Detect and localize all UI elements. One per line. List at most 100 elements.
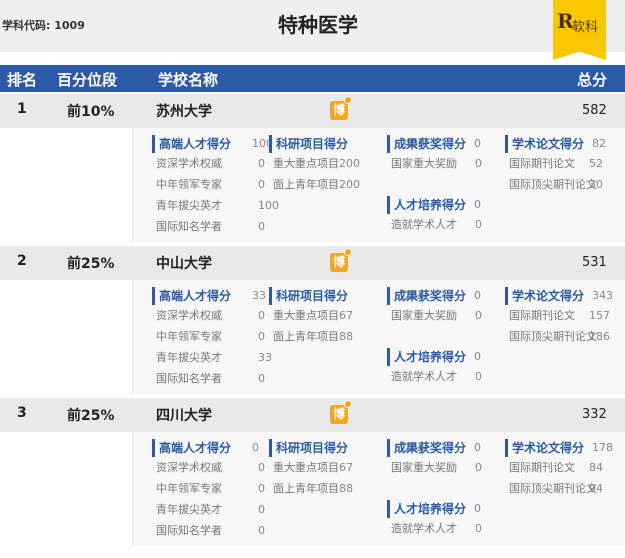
section-header[interactable]: 人才培养得分 0 — [387, 196, 481, 214]
badge-dot-icon — [344, 96, 352, 104]
item-value: 0 — [258, 178, 265, 191]
section-header[interactable]: 高端人才得分 100 — [152, 135, 273, 153]
section-score: 0 — [252, 441, 259, 454]
section-header[interactable]: 科研项目得分 400 — [269, 135, 425, 153]
item-label: 国际期刊论文 — [509, 309, 575, 322]
score-item: 国家重大奖励 0 — [387, 153, 482, 174]
score-item: 国家重大奖励 0 — [387, 457, 482, 478]
section-header[interactable]: 人才培养得分 0 — [387, 500, 481, 518]
school-name[interactable]: 四川大学 — [156, 405, 212, 425]
item-label: 国际顶尖期刊论文 — [509, 330, 597, 343]
section-header[interactable]: 学术论文得分 82 — [505, 135, 606, 153]
school-name[interactable]: 中山大学 — [156, 253, 212, 273]
section-label: 人才培养得分 — [394, 502, 467, 516]
doctorate-badge: 博 — [330, 253, 348, 272]
total-score: 332 — [582, 407, 607, 422]
score-item: 面上青年项目 88 — [269, 478, 353, 499]
section-score: 0 — [474, 502, 481, 515]
item-label: 重大重点项目 — [273, 309, 339, 322]
item-value: 0 — [475, 218, 482, 231]
item-value: 0 — [258, 330, 265, 343]
panel-divider — [132, 432, 133, 546]
section-header[interactable]: 科研项目得分 154 — [269, 287, 425, 305]
section-score: 178 — [592, 441, 613, 454]
col-rank: 排名 — [7, 71, 38, 89]
section-header[interactable]: 学术论文得分 178 — [505, 439, 613, 457]
item-label: 国际知名学者 — [156, 524, 222, 537]
score-item: 国际知名学者 0 — [152, 368, 265, 389]
item-label: 青年拔尖英才 — [156, 503, 222, 516]
section-label: 学术论文得分 — [512, 289, 585, 303]
item-label: 国家重大奖励 — [391, 309, 457, 322]
score-item: 国际期刊论文 84 — [505, 457, 603, 478]
score-item: 国际期刊论文 157 — [505, 305, 610, 326]
item-label: 国际知名学者 — [156, 372, 222, 385]
item-value: 0 — [475, 522, 482, 535]
section-label: 科研项目得分 — [276, 441, 349, 455]
section-label: 高端人才得分 — [159, 441, 232, 455]
section-award: 成果获奖得分 0 国家重大奖励 0 — [387, 439, 482, 478]
section-talent: 高端人才得分 33 资深学术权威 0 中年领军专家 0 青年拔尖英才 33 国际… — [152, 287, 272, 389]
section-header[interactable]: 高端人才得分 33 — [152, 287, 266, 305]
panel-divider — [132, 280, 133, 394]
score-item: 重大重点项目 67 — [269, 457, 353, 478]
item-value: 0 — [258, 524, 265, 537]
rank-value: 1 — [17, 101, 27, 117]
section-header[interactable]: 成果获奖得分 0 — [387, 287, 481, 305]
section-score: 0 — [474, 441, 481, 454]
section-header[interactable]: 成果获奖得分 0 — [387, 439, 481, 457]
col-percentile: 百分位段 — [57, 71, 118, 89]
item-value: 94 — [589, 482, 603, 495]
item-value: 0 — [258, 309, 265, 322]
item-value: 186 — [589, 330, 610, 343]
score-item: 重大重点项目 200 — [269, 153, 360, 174]
section-training: 人才培养得分 0 造就学术人才 0 — [387, 196, 482, 235]
section-research: 科研项目得分 154 重大重点项目 67 面上青年项目 88 — [269, 287, 425, 347]
item-label: 资深学术权威 — [156, 157, 222, 170]
score-item: 国际期刊论文 52 — [505, 153, 603, 174]
item-value: 0 — [258, 157, 265, 170]
item-value: 67 — [339, 461, 353, 474]
logo-text: 软科 — [572, 20, 599, 35]
table-header: 排名 百分位段 学校名称 总分 — [0, 65, 625, 92]
section-score: 0 — [474, 137, 481, 150]
item-label: 重大重点项目 — [273, 461, 339, 474]
item-value: 0 — [475, 309, 482, 322]
section-label: 高端人才得分 — [159, 289, 232, 303]
item-label: 青年拔尖英才 — [156, 199, 222, 212]
section-label: 科研项目得分 — [276, 137, 349, 151]
section-header[interactable]: 科研项目得分 154 — [269, 439, 425, 457]
school-name[interactable]: 苏州大学 — [156, 101, 212, 121]
item-label: 中年领军专家 — [156, 482, 222, 495]
percentile-value: 前25% — [67, 256, 115, 272]
table-row[interactable]: 2 前25% 中山大学 博 531 — [0, 246, 625, 280]
score-item: 造就学术人才 0 — [387, 214, 482, 235]
item-value: 200 — [339, 157, 360, 170]
section-label: 成果获奖得分 — [394, 289, 467, 303]
section-score: 82 — [592, 137, 606, 150]
badge-dot-icon — [344, 248, 352, 256]
section-header[interactable]: 人才培养得分 0 — [387, 348, 481, 366]
score-item: 国家重大奖励 0 — [387, 305, 482, 326]
item-label: 国际知名学者 — [156, 220, 222, 233]
col-school: 学校名称 — [158, 71, 219, 89]
section-label: 成果获奖得分 — [394, 137, 467, 151]
section-header[interactable]: 学术论文得分 343 — [505, 287, 613, 305]
score-item: 面上青年项目 200 — [269, 174, 360, 195]
score-item: 中年领军专家 0 — [152, 174, 265, 195]
score-item: 中年领军专家 0 — [152, 326, 265, 347]
panel-divider — [132, 128, 133, 242]
ruanke-logo[interactable]: R 软科 — [553, 0, 606, 60]
section-research: 科研项目得分 400 重大重点项目 200 面上青年项目 200 — [269, 135, 425, 195]
item-value: 0 — [475, 370, 482, 383]
section-label: 学术论文得分 — [512, 441, 585, 455]
section-header[interactable]: 高端人才得分 0 — [152, 439, 259, 457]
item-value: 157 — [589, 309, 610, 322]
percentile-value: 前25% — [67, 408, 115, 424]
section-training: 人才培养得分 0 造就学术人才 0 — [387, 500, 482, 539]
item-label: 国际期刊论文 — [509, 157, 575, 170]
section-score: 33 — [252, 289, 266, 302]
section-header[interactable]: 成果获奖得分 0 — [387, 135, 481, 153]
table-row[interactable]: 3 前25% 四川大学 博 332 — [0, 398, 625, 432]
table-row[interactable]: 1 前10% 苏州大学 博 582 — [0, 94, 625, 128]
